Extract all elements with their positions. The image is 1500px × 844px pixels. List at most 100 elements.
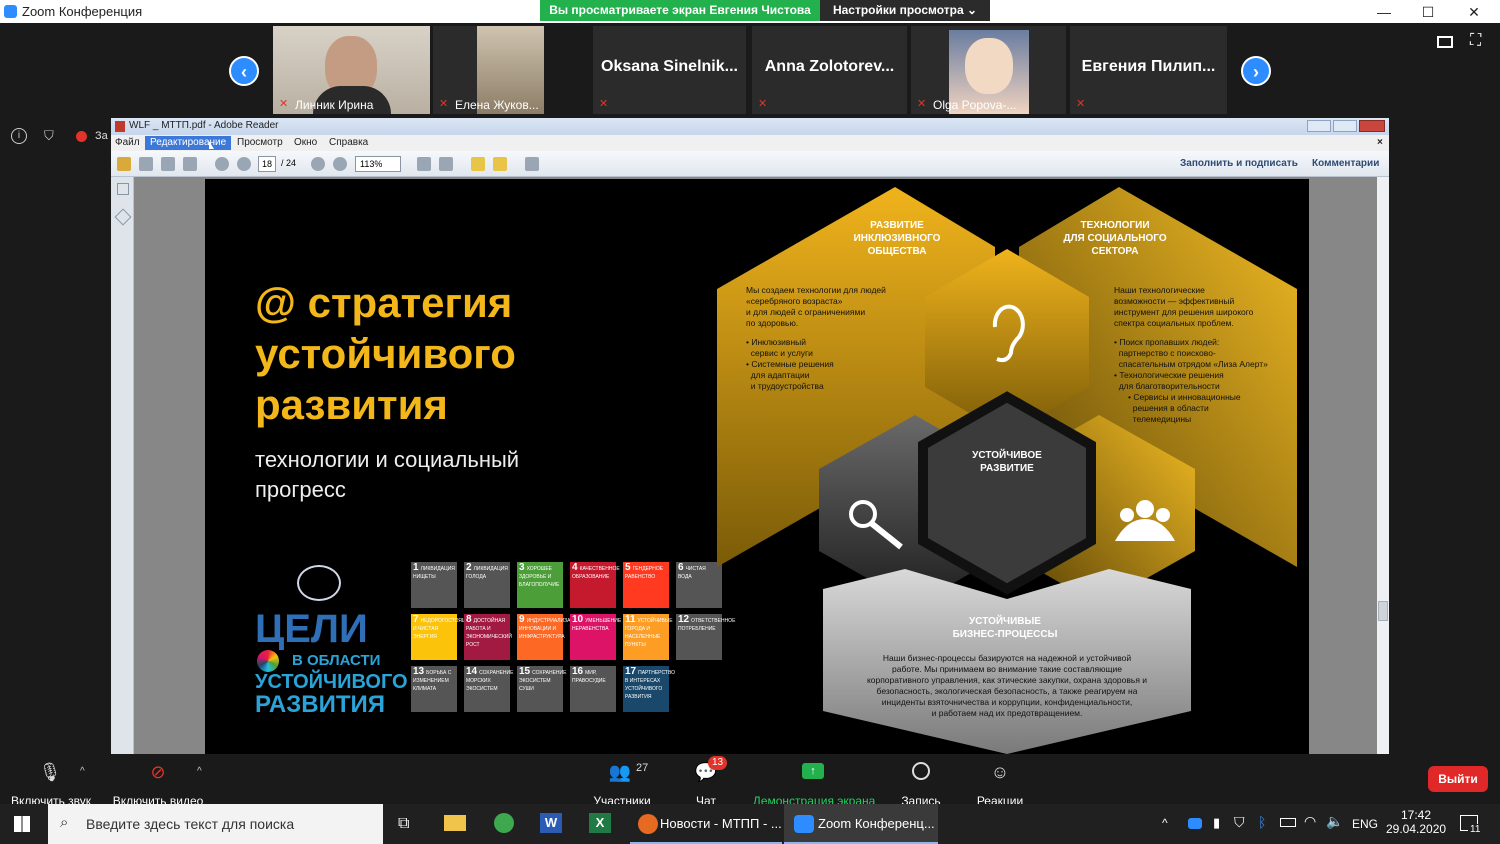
gallery-view-icon[interactable] [1437, 36, 1453, 48]
task-view-icon[interactable]: ⧉ [398, 815, 409, 833]
page-number-input[interactable]: 18 [258, 156, 276, 172]
zoom-select[interactable]: 113% [355, 156, 401, 172]
pdf-page: @ стратегия устойчивого развития техноло… [205, 179, 1309, 754]
participant-tile[interactable]: Oksana Sinelnik... ✕ [593, 26, 746, 114]
participant-tile[interactable]: ✕ Елена Жуков... [433, 26, 544, 114]
next-page-icon[interactable] [237, 157, 251, 171]
hex-bullet: и трудоустройства [746, 381, 824, 391]
menu-help[interactable]: Справка [329, 137, 368, 148]
menu-edit[interactable]: Редактирование [145, 136, 232, 150]
menu-file[interactable]: Файл [115, 137, 140, 148]
attachment-icon[interactable] [114, 208, 132, 226]
slide-title-line: развития [255, 381, 448, 428]
comment-icon[interactable] [471, 157, 485, 171]
hex-center-title: УСТОЙЧИВОЕ РАЗВИТИЕ [957, 449, 1057, 475]
fit-page-icon[interactable] [417, 157, 431, 171]
file-explorer-icon[interactable] [444, 815, 466, 831]
share-screen-button[interactable]: ↑ Демонстрация экрана [752, 754, 876, 808]
close-document-button[interactable]: × [1377, 137, 1383, 148]
participant-tile[interactable]: ✕ Olga Popova-... [911, 26, 1066, 114]
chevron-up-icon[interactable]: ^ [197, 766, 202, 777]
reactions-button[interactable]: ☺ Реакции [974, 754, 1026, 808]
taskbar-app-label: Zoom Конференц... [818, 816, 935, 831]
participant-tile[interactable]: Anna Zolotorev... ✕ [752, 26, 907, 114]
wifi-icon[interactable]: ◠ [1304, 813, 1316, 830]
fit-width-icon[interactable] [439, 157, 453, 171]
sdg-goal-number: 16 [572, 666, 584, 677]
reader-close-button[interactable] [1359, 120, 1385, 132]
browser-icon[interactable] [494, 813, 514, 833]
volume-icon[interactable]: 🔈 [1326, 813, 1343, 830]
menu-view[interactable]: Просмотр [237, 137, 283, 148]
keyboard-language[interactable]: ENG [1352, 817, 1378, 831]
hex-bullet: для благотворительности [1114, 381, 1220, 391]
taskbar-app-label: Новости - МТПП - ... [660, 816, 782, 831]
record-button[interactable]: Запись [898, 754, 944, 808]
participant-tile[interactable]: ✕ Линник Ирина [273, 26, 430, 114]
chat-button[interactable]: 💬 13 Чат [686, 754, 728, 808]
save-icon[interactable] [139, 157, 153, 171]
taskbar-app-browser[interactable]: Новости - МТПП - ... [630, 804, 782, 844]
hex-text-line: Наши бизнес-процессы базируются на надеж… [882, 653, 1132, 663]
muted-mic-icon: ✕ [439, 98, 449, 110]
usb-icon[interactable]: ▮ [1213, 815, 1220, 831]
start-video-button[interactable]: ⊘ Включить видео [112, 754, 204, 808]
prev-page-icon[interactable] [215, 157, 229, 171]
battery-icon[interactable] [1280, 818, 1296, 827]
chevron-up-icon[interactable]: ^ [1162, 816, 1168, 830]
windows-start-icon[interactable] [14, 816, 30, 832]
sdg-logo-title: ЦЕЛИ [255, 607, 368, 651]
sdg-goal-number: 3 [519, 562, 525, 573]
hex-title-line: РАЗВИТИЕ [980, 463, 1034, 474]
bluetooth-icon[interactable]: ᛒ [1258, 814, 1266, 830]
print-icon[interactable] [161, 157, 175, 171]
leave-meeting-button[interactable]: Выйти [1428, 766, 1488, 792]
sdg-goal-tile: 15 СОХРАНЕНИЕ ЭКОСИСТЕМ СУШИ [517, 666, 566, 712]
close-button[interactable]: ✕ [1454, 2, 1494, 22]
email-icon[interactable] [183, 157, 197, 171]
gallery-next-button[interactable]: › [1241, 56, 1271, 86]
sdg-logo-line: РАЗВИТИЯ [255, 691, 386, 718]
zoom-out-icon[interactable] [311, 157, 325, 171]
participant-tile[interactable]: Евгения Пилип... ✕ [1070, 26, 1227, 114]
excel-icon[interactable]: X [589, 813, 611, 833]
fill-sign-button[interactable]: Заполнить и подписать [1180, 158, 1298, 169]
highlight-icon[interactable] [493, 157, 507, 171]
slide-subtitle: технологии и социальный прогресс [255, 445, 519, 505]
reader-minimize-button[interactable] [1307, 120, 1331, 132]
gallery-prev-button[interactable]: ‹ [229, 56, 259, 86]
system-clock[interactable]: 17:42 29.04.2020 [1386, 808, 1446, 836]
open-folder-icon[interactable] [117, 157, 131, 171]
reader-scrollbar[interactable] [1377, 177, 1389, 754]
muted-mic-icon: 🎙 [38, 762, 62, 782]
zoom-tray-icon[interactable] [1188, 818, 1202, 829]
hex-text-line: по здоровью. [746, 318, 799, 328]
reader-maximize-button[interactable] [1333, 120, 1357, 132]
defender-icon[interactable]: ⛉ [1234, 814, 1245, 831]
fullscreen-icon[interactable]: ⛶ [1470, 32, 1481, 50]
hex-text-line: работе. Мы принимаем во внимание такие с… [892, 664, 1122, 674]
zoom-in-icon[interactable] [333, 157, 347, 171]
scrollbar-thumb[interactable] [1378, 601, 1388, 621]
share-screen-icon: ↑ [802, 763, 824, 779]
taskbar-app-zoom[interactable]: Zoom Конференц... [784, 804, 938, 844]
minimize-button[interactable]: — [1364, 2, 1404, 22]
hex-inclusive-text: Мы создаем технологии для людей «серебря… [746, 285, 916, 392]
maximize-button[interactable]: ☐ [1408, 2, 1448, 22]
unmute-button[interactable]: 🎙 Включить звук [10, 754, 92, 808]
participants-button[interactable]: 👥 27 Участники [590, 754, 654, 808]
sdg-goal-label: КАЧЕСТВЕННОЕ ОБРАЗОВАНИЕ [572, 566, 620, 580]
hex-title-line: УСТОЙЧИВЫЕ [969, 616, 1041, 627]
expand-icon[interactable] [525, 157, 539, 171]
viewing-screen-banner: Вы просматриваете экран Евгения Чистова [540, 0, 820, 21]
menu-window[interactable]: Окно [294, 137, 317, 148]
search-icon: ⌕ [60, 814, 69, 831]
comments-button[interactable]: Комментарии [1312, 158, 1379, 169]
view-settings-button[interactable]: Настройки просмотра ⌄ [820, 0, 990, 21]
word-icon[interactable]: W [540, 813, 562, 833]
pages-icon[interactable] [117, 183, 129, 195]
info-icon[interactable]: i [11, 128, 27, 144]
shield-icon[interactable]: ⛉ [44, 128, 54, 144]
taskbar-search-input[interactable]: ⌕ Введите здесь текст для поиска [48, 804, 383, 844]
chevron-up-icon[interactable]: ^ [80, 766, 85, 777]
